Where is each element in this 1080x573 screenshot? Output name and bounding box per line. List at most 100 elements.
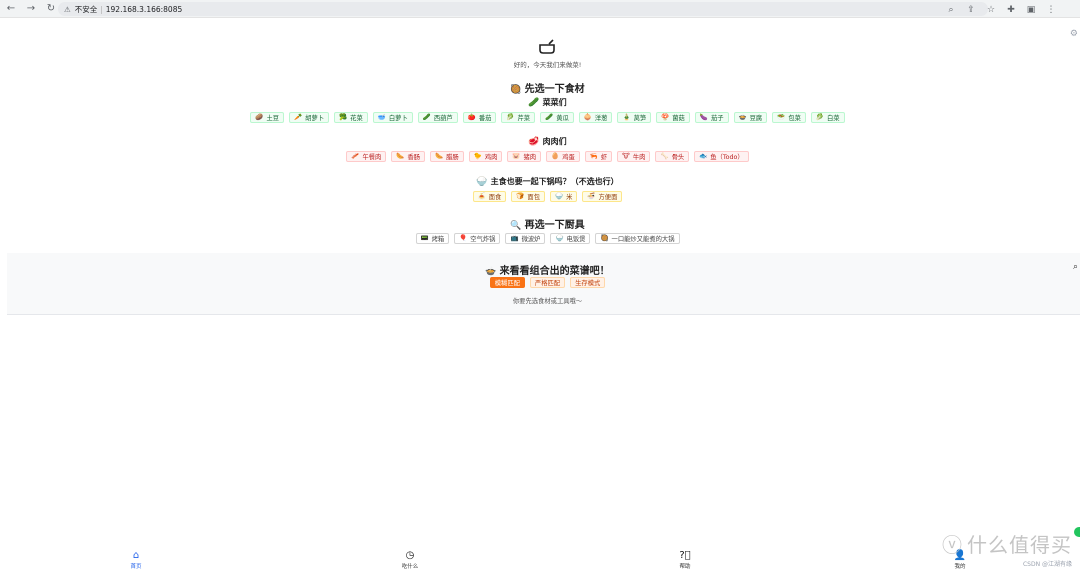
vegetable-chip-list: 🥔 土豆 🥕 胡萝卜 🥦 花菜 🥣 白萝卜 🥒 西葫芦 🍅 番茄 🥬 芹菜 🥒 黄瓜 🧅 洋葱 🎍 莴笋 🍄 菌菇 🍆 茄子 🍲… [0, 112, 1080, 123]
address-bar[interactable]: ⚠ 不安全 | 192.168.3.166:8085 [58, 2, 988, 16]
meat-label: 虾 [600, 154, 608, 161]
vegetable-label: 番茄 [478, 115, 492, 122]
staple-icon: 🍝 [477, 192, 486, 201]
zoom-icon[interactable]: ⌕ [942, 1, 960, 19]
vegetable-label: 胡萝卜 [305, 115, 325, 122]
vegetable-label: 茄子 [710, 115, 724, 122]
vegetable-icon: 🥬 [506, 113, 515, 122]
vegetable-chip[interactable]: 🎍 莴笋 [617, 112, 652, 123]
vegetable-icon: 🧅 [583, 113, 592, 122]
browser-actions: ⌕ ⇪ ☆ ✚ ▣ ⋮ [940, 1, 1060, 19]
vegetable-label: 包菜 [788, 115, 801, 122]
meat-chip[interactable]: 🦐 虾 [584, 151, 613, 162]
vegetable-chip[interactable]: 🍅 番茄 [462, 112, 497, 123]
page-subtitle: 好的，今天我们来做菜! [513, 61, 582, 69]
floating-helper-tab[interactable] [1074, 527, 1080, 537]
watermark: ⓥ 什么值得买 CSDN @江湖有缘 [942, 529, 1072, 568]
bookmark-star-icon[interactable]: ☆ [982, 1, 1000, 19]
match-mode-label: 生存模式 [575, 280, 601, 287]
ingredients-title: 先选一下食材 [524, 84, 585, 95]
staple-chip[interactable]: 🍜 方便面 [582, 191, 623, 202]
staples-heading: 🍚 主食也要一起下锅吗？（不选也行） [0, 176, 1080, 187]
meat-chip[interactable]: 🥓 午餐肉 [346, 151, 387, 162]
vegetable-chip[interactable]: 🥣 白萝卜 [372, 112, 413, 123]
match-mode-list: 模糊匹配 严格匹配 生存模式 [0, 277, 1080, 288]
vegetable-icon: 🥒 [422, 113, 431, 122]
vegetable-chip[interactable]: 🍆 茄子 [694, 112, 729, 123]
meat-chip[interactable]: 🐟 鱼（Todo） [694, 151, 749, 162]
tool-chip[interactable]: 🍚 电饭煲 [550, 233, 591, 244]
meat-chip[interactable]: 🥚 鸡蛋 [546, 151, 580, 162]
vegetable-icon: 🍆 [699, 113, 708, 122]
magnifier-icon: 🔍 [510, 221, 522, 231]
vegetables-heading: 🥒 菜菜们 [0, 97, 1080, 108]
meat-icon: 🌭 [396, 152, 405, 161]
vegetable-label: 白菜 [827, 115, 840, 122]
vegetable-chip[interactable]: 🥒 西葫芦 [417, 112, 458, 123]
menu-icon[interactable]: ⋮ [1042, 1, 1060, 19]
warning-icon: ⚠ [64, 4, 71, 14]
meat-icon: 🌭 [435, 152, 444, 161]
meat-chip[interactable]: 🐤 鸡肉 [468, 151, 503, 162]
meat-label: 牛肉 [632, 154, 646, 161]
back-icon[interactable]: ← [2, 0, 20, 18]
meat-chip[interactable]: 🐮 牛肉 [617, 151, 651, 162]
tool-chip[interactable]: 🥘 一口能炒又能煮的大锅 [595, 233, 680, 244]
vegetable-icon: 🥒 [545, 113, 554, 122]
help-icon: ?⃝ [679, 549, 691, 561]
meat-chip[interactable]: 🦴 骨头 [655, 151, 690, 162]
meat-icon: 🐟 [699, 152, 708, 161]
vegetable-label: 黄瓜 [556, 115, 569, 122]
share-icon[interactable]: ⇪ [962, 1, 980, 19]
meat-icon: 🦴 [660, 152, 669, 161]
staple-label: 方便面 [598, 194, 618, 201]
vegetable-label: 芹菜 [517, 115, 531, 122]
meat-chip[interactable]: 🌭 香肠 [391, 151, 426, 162]
vegetable-chip[interactable]: 🧅 洋葱 [578, 112, 613, 123]
staple-chip-list: 🍝 面食 🍞 面包 🍚 米 🍜 方便面 [0, 191, 1080, 202]
meat-chip[interactable]: 🐷 猪肉 [507, 151, 542, 162]
vegetable-chip[interactable]: 🥔 土豆 [250, 112, 285, 123]
settings-gear-icon[interactable]: ⚙ [1070, 29, 1078, 39]
vegetable-chip[interactable]: 🥦 花菜 [334, 112, 368, 123]
vegetable-chip[interactable]: 🥬 白菜 [810, 112, 845, 123]
tool-chip[interactable]: 📺 微波炉 [505, 233, 546, 244]
vegetables-title: 菜菜们 [542, 98, 567, 107]
tab-what-to-eat[interactable]: ◷ 吃什么 [380, 546, 440, 573]
tab-home-label: 首页 [130, 563, 142, 570]
match-mode-chip[interactable]: 模糊匹配 [489, 277, 525, 288]
result-title: 来看看组合出的菜谱吧！ [499, 266, 610, 277]
vegetable-chip[interactable]: 🥬 芹菜 [501, 112, 536, 123]
vegetable-chip[interactable]: 🍲 豆腐 [733, 112, 768, 123]
extensions-icon[interactable]: ✚ [1002, 1, 1020, 19]
staple-chip[interactable]: 🍚 米 [550, 191, 578, 202]
url-text: 192.168.3.166:8085 [105, 4, 183, 14]
match-mode-label: 严格匹配 [534, 280, 561, 287]
tool-chip[interactable]: 🎈 空气炸锅 [454, 233, 501, 244]
vegetable-chip[interactable]: 🥗 包菜 [772, 112, 806, 123]
meat-label: 鸡蛋 [562, 154, 575, 161]
vegetable-label: 花菜 [350, 115, 363, 122]
meat-label: 午餐肉 [362, 154, 382, 161]
sidepanel-icon[interactable]: ▣ [1022, 1, 1040, 19]
vegetable-chip[interactable]: 🥒 黄瓜 [540, 112, 574, 123]
tab-home[interactable]: ⌂ 首页 [106, 546, 166, 573]
url-separator: | [100, 4, 103, 14]
staple-chip[interactable]: 🍞 面包 [511, 191, 545, 202]
match-mode-chip[interactable]: 严格匹配 [529, 277, 566, 288]
tool-chip[interactable]: 📟 烤箱 [415, 233, 450, 244]
vegetable-chip[interactable]: 🥕 胡萝卜 [289, 112, 330, 123]
meat-icon: 🦐 [589, 152, 598, 161]
watermark-brand-text: 什么值得买 [967, 533, 1072, 557]
tool-label: 电饭煲 [566, 236, 586, 243]
vegetable-chip[interactable]: 🍄 菌菇 [656, 112, 690, 123]
vegetable-icon: 🎍 [622, 113, 631, 122]
meat-chip[interactable]: 🌭 腊肠 [430, 151, 464, 162]
tools-title: 再选一下厨具 [524, 220, 585, 231]
meat-label: 鱼（Todo） [710, 154, 744, 161]
forward-icon[interactable]: → [22, 0, 40, 18]
staple-chip[interactable]: 🍝 面食 [472, 191, 507, 202]
home-icon: ⌂ [132, 549, 140, 561]
match-mode-chip[interactable]: 生存模式 [570, 277, 606, 288]
tab-help[interactable]: ?⃝ 帮助 [655, 546, 715, 573]
